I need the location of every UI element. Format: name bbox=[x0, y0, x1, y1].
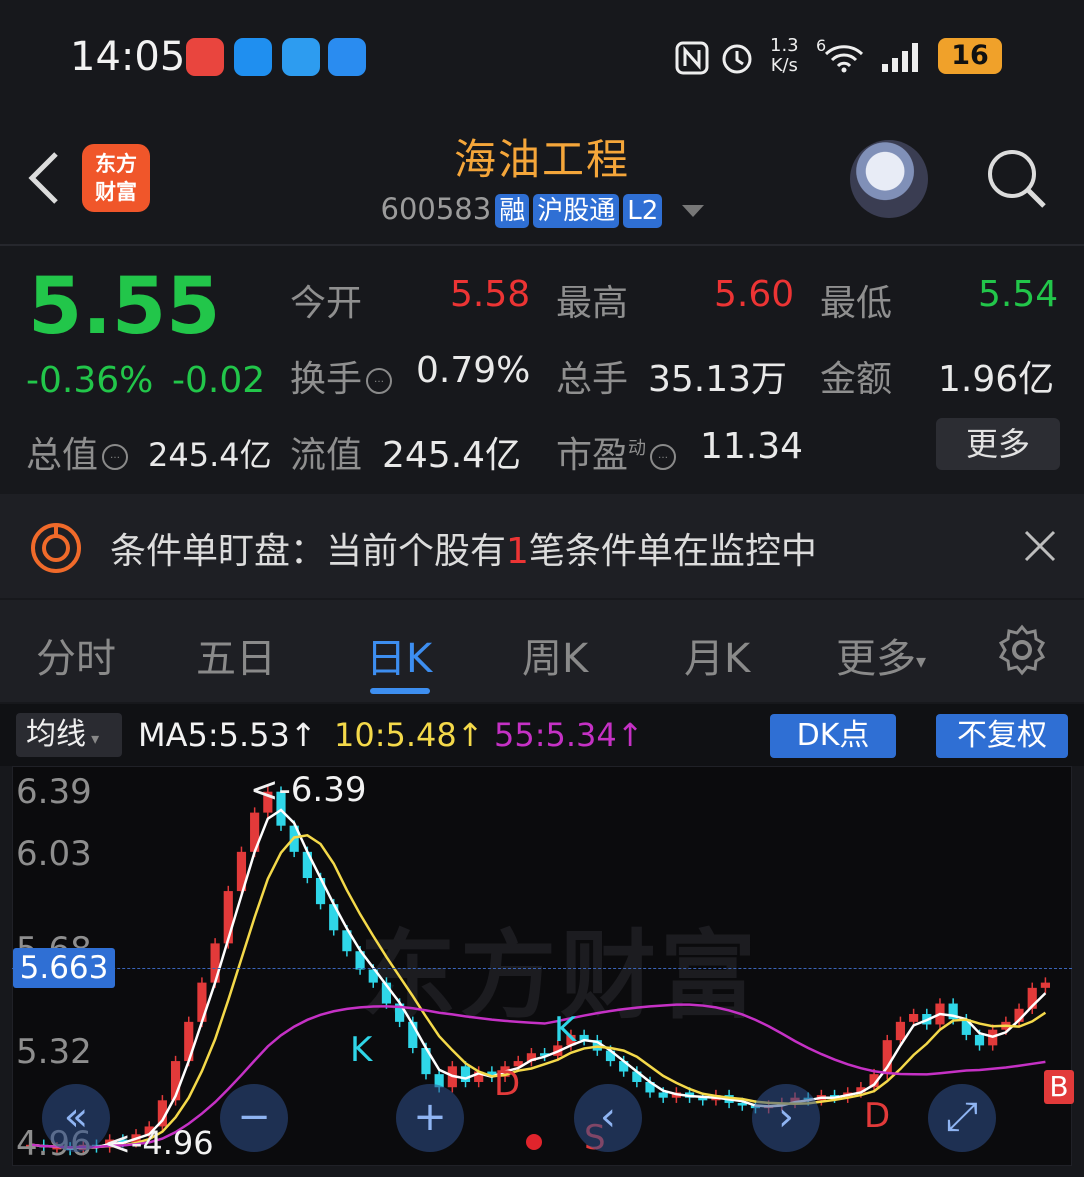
y-tick: 6.39 bbox=[16, 772, 92, 812]
search-app-icon bbox=[234, 38, 272, 76]
last-price: 5.55 bbox=[28, 262, 221, 352]
scroll-right-button[interactable]: › bbox=[752, 1084, 820, 1152]
candle-body bbox=[658, 1092, 668, 1098]
amount-label: 金额 bbox=[820, 359, 893, 400]
open-value: 5.58 bbox=[450, 274, 531, 315]
buy-signal-badge: B bbox=[1044, 1070, 1074, 1104]
caret-down-icon: ▾ bbox=[916, 649, 927, 673]
tab-daily-k[interactable]: 日K bbox=[366, 626, 432, 684]
alarm-icon bbox=[722, 44, 752, 74]
dk-point-button[interactable]: DK点 bbox=[770, 714, 896, 758]
candle-body bbox=[210, 943, 220, 983]
info-icon[interactable]: … bbox=[102, 444, 129, 470]
high-value: 5.60 bbox=[714, 274, 795, 315]
current-price-label: 5.663 bbox=[13, 948, 115, 988]
change-percent: -0.36% bbox=[26, 360, 154, 401]
pe-label: 市盈动… bbox=[556, 426, 680, 478]
close-icon[interactable] bbox=[1022, 528, 1058, 564]
divider bbox=[0, 244, 1084, 246]
zoom-in-button[interactable]: + bbox=[396, 1084, 464, 1152]
volume-label: 总手 bbox=[556, 359, 629, 400]
ma10-line bbox=[30, 833, 1047, 1149]
stock-code: 600583 bbox=[380, 192, 492, 226]
tab-intraday[interactable]: 分时 bbox=[36, 626, 116, 684]
signal-mark: D bbox=[864, 1096, 891, 1136]
low-marker: <-4.96 bbox=[104, 1124, 214, 1162]
ma5-line bbox=[30, 808, 1047, 1150]
tab-more[interactable]: 更多▾ bbox=[836, 626, 926, 684]
status-bar: 14:05 1.3 K/s 6 16 bbox=[0, 0, 1084, 110]
ma55-value: 55:5.34↑ bbox=[494, 716, 644, 754]
turnover-label: 换手… bbox=[290, 350, 396, 402]
scroll-left-button[interactable]: ‹ bbox=[574, 1084, 642, 1152]
kline-canvas bbox=[26, 786, 1050, 1156]
tag-level2: L2 bbox=[623, 194, 663, 228]
candle-body bbox=[909, 1014, 919, 1022]
current-price-line bbox=[12, 968, 1072, 969]
browser-app-icon bbox=[282, 38, 320, 76]
signal-mark: D bbox=[494, 1064, 521, 1104]
tag-hk-connect: 沪股通 bbox=[533, 194, 620, 228]
active-tab-indicator bbox=[370, 688, 430, 694]
candle-body bbox=[974, 1034, 985, 1046]
ma10-value: 10:5.48↑ bbox=[334, 716, 484, 754]
info-icon[interactable]: … bbox=[366, 368, 393, 394]
cloud-app-icon bbox=[328, 38, 366, 76]
float-value-label: 流值 bbox=[290, 435, 363, 476]
scroll-left-fast-button[interactable]: « bbox=[42, 1084, 110, 1152]
notification-app-icon bbox=[186, 38, 224, 76]
search-icon[interactable] bbox=[984, 146, 1048, 210]
tag-margin: 融 bbox=[495, 194, 530, 228]
indicator-selector[interactable]: 均线 ▾ bbox=[16, 713, 122, 757]
tab-monthly-k[interactable]: 月K bbox=[684, 626, 750, 684]
info-icon[interactable]: … bbox=[650, 444, 677, 470]
high-label: 最高 bbox=[556, 283, 629, 324]
turnover-value: 0.79% bbox=[416, 350, 531, 391]
candle-body bbox=[895, 1021, 906, 1041]
caret-down-icon: ▾ bbox=[86, 729, 100, 748]
more-quote-button[interactable]: 更多 bbox=[936, 418, 1060, 470]
total-value-label: 总值… bbox=[26, 426, 132, 478]
low-label: 最低 bbox=[820, 283, 893, 324]
zoom-out-button[interactable]: − bbox=[220, 1084, 288, 1152]
amount-value: 1.96亿 bbox=[938, 359, 1055, 400]
tab-weekly-k[interactable]: 周K bbox=[522, 626, 588, 684]
y-tick: 5.32 bbox=[16, 1032, 92, 1072]
change-amount: -0.02 bbox=[172, 360, 266, 401]
dropdown-caret-icon bbox=[681, 205, 704, 217]
float-value-value: 245.4亿 bbox=[382, 435, 522, 476]
signal-mark: K bbox=[554, 1010, 577, 1050]
y-tick: 6.03 bbox=[16, 834, 92, 874]
signal-mark: K bbox=[350, 1030, 373, 1070]
price-adjust-button[interactable]: 不复权 bbox=[936, 714, 1068, 758]
open-label: 今开 bbox=[290, 283, 363, 324]
total-value-value: 245.4亿 bbox=[148, 436, 272, 474]
fullscreen-button[interactable]: ⤢ bbox=[928, 1084, 996, 1152]
gear-icon[interactable] bbox=[996, 624, 1048, 676]
alert-text: 条件单盯盘：当前个股有1笔条件单在监控中 bbox=[110, 531, 817, 572]
assistant-avatar[interactable] bbox=[850, 140, 928, 218]
net-speed: 1.3 K/s bbox=[770, 35, 799, 76]
signal-icon bbox=[882, 43, 918, 72]
clock: 14:05 bbox=[70, 34, 186, 80]
volume-value: 35.13万 bbox=[648, 359, 788, 400]
battery-indicator: 16 bbox=[938, 38, 1002, 74]
tab-five-day[interactable]: 五日 bbox=[196, 626, 276, 684]
monitor-target-icon bbox=[31, 523, 81, 573]
wifi-icon bbox=[824, 45, 864, 73]
nfc-icon bbox=[675, 41, 709, 75]
red-dot bbox=[526, 1134, 542, 1150]
ma5-value: MA5:5.53↑ bbox=[138, 716, 317, 754]
high-marker: <-6.39 bbox=[250, 770, 367, 810]
candle-body bbox=[1040, 982, 1050, 988]
low-value: 5.54 bbox=[978, 274, 1059, 315]
pe-value: 11.34 bbox=[700, 426, 804, 467]
